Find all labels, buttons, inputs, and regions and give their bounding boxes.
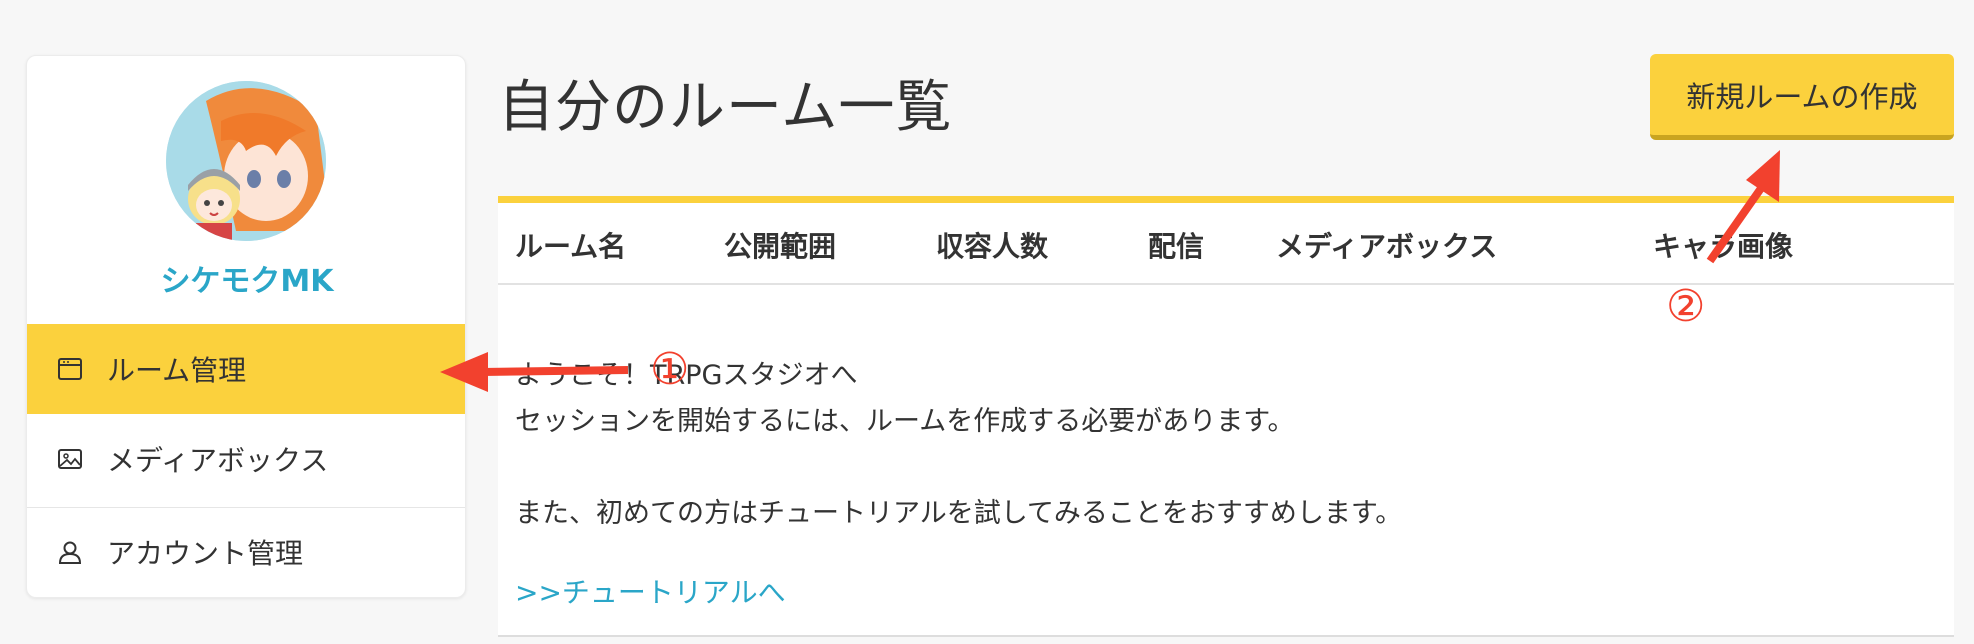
table-header: ルーム名 公開範囲 収容人数 配信 メディアボックス キャラ画像 bbox=[498, 203, 1954, 285]
column-header-capacity[interactable]: 収容人数 bbox=[936, 225, 1048, 265]
user-icon bbox=[55, 537, 85, 567]
annotation-marker-2: ② bbox=[1666, 281, 1706, 332]
sidebar-item-label: アカウント管理 bbox=[107, 537, 304, 570]
sidebar-item-media-box[interactable]: メディアボックス bbox=[27, 414, 465, 504]
sidebar-item-label: メディアボックス bbox=[107, 444, 329, 477]
page-title: 自分のルーム一覧 bbox=[498, 75, 953, 140]
column-header-character-image[interactable]: キャラ画像 bbox=[1653, 225, 1793, 265]
welcome-line: ようこそ！TRPGスタジオへ bbox=[515, 360, 858, 391]
create-room-button[interactable]: 新規ルームの作成 bbox=[1650, 54, 1954, 140]
column-header-streaming[interactable]: 配信 bbox=[1148, 225, 1204, 265]
image-icon bbox=[55, 444, 85, 474]
sidebar: シケモクMK ルーム管理 メディアボックス アカウント管理 bbox=[26, 55, 466, 598]
welcome-message: ようこそ！TRPGスタジオへ セッションを開始するには、ルームを作成する必要があ… bbox=[515, 353, 1402, 537]
column-header-visibility[interactable]: 公開範囲 bbox=[724, 225, 836, 265]
sidebar-item-room-management[interactable]: ルーム管理 bbox=[27, 324, 465, 414]
tutorial-link[interactable]: >>チュートリアルへ bbox=[515, 571, 786, 611]
column-header-room-name[interactable]: ルーム名 bbox=[515, 225, 626, 265]
avatar[interactable] bbox=[166, 81, 326, 241]
welcome-spacer bbox=[515, 445, 1402, 491]
room-table: ルーム名 公開範囲 収容人数 配信 メディアボックス キャラ画像 ようこそ！TR… bbox=[498, 196, 1954, 637]
username: シケモクMK bbox=[160, 264, 334, 299]
avatar-illustration bbox=[166, 81, 326, 241]
sidebar-item-account-management[interactable]: アカウント管理 bbox=[27, 507, 465, 597]
annotation-marker-1: ① bbox=[650, 344, 690, 395]
welcome-line: セッションを開始するには、ルームを作成する必要があります。 bbox=[515, 406, 1295, 437]
sidebar-item-label: ルーム管理 bbox=[107, 354, 247, 387]
window-icon bbox=[55, 354, 85, 384]
welcome-line: また、初めての方はチュートリアルを試してみることをおすすめします。 bbox=[515, 498, 1403, 529]
column-header-media-box[interactable]: メディアボックス bbox=[1276, 225, 1497, 265]
